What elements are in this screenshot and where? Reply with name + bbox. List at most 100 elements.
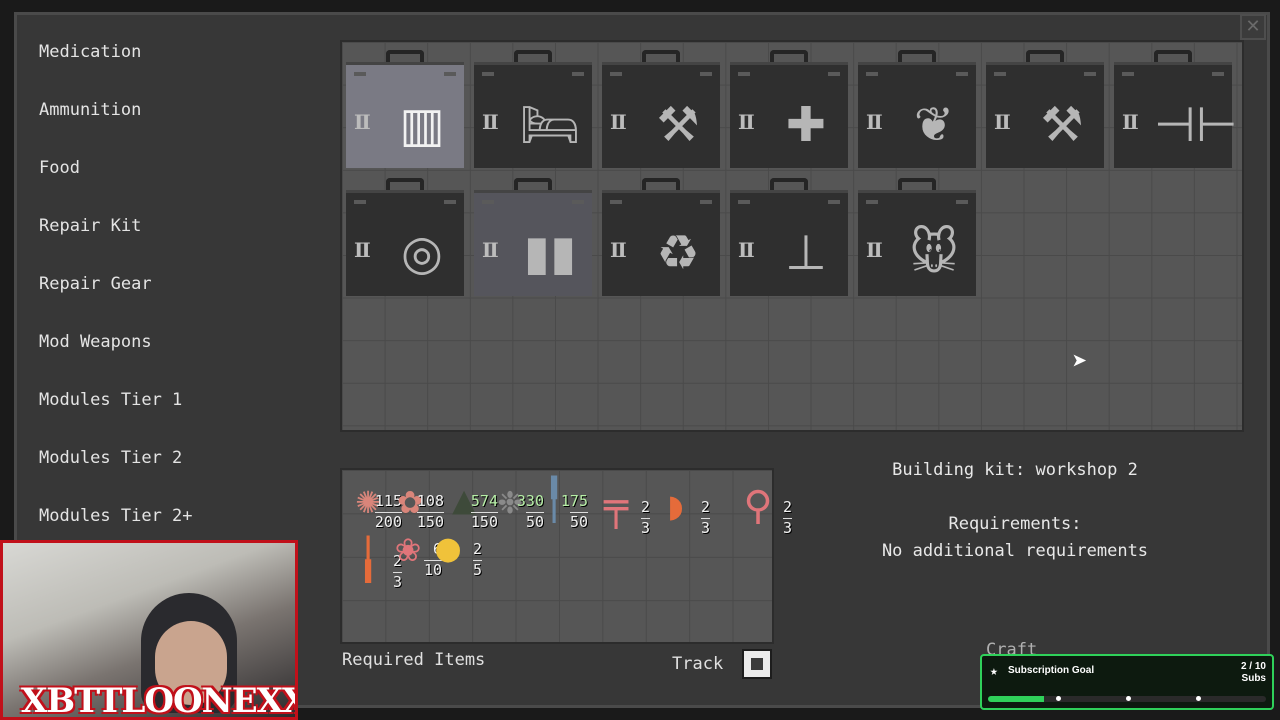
- sidebar-item-modules-tier-1[interactable]: Modules Tier 1: [39, 384, 319, 442]
- anvil-icon: ⊥: [785, 225, 827, 281]
- building-kit-tile[interactable]: II ⊥: [730, 178, 848, 296]
- progress-marker: [1126, 696, 1131, 701]
- webcam-overlay: XBTTLOONEXX: [0, 540, 298, 720]
- item-required-count: 3: [640, 518, 650, 537]
- star-icon: ★: [990, 664, 998, 679]
- sidebar-item-modules-tier-2[interactable]: Modules Tier 2: [39, 442, 319, 500]
- kit-latch: [354, 200, 366, 204]
- building-kit-tile[interactable]: II ▥: [346, 50, 464, 168]
- track-checkbox[interactable]: [742, 649, 772, 679]
- building-kit-tile[interactable]: II ▮▮: [474, 178, 592, 296]
- dumbbell-icon: ⊣⊢: [1154, 97, 1238, 153]
- kit-tier: II: [866, 238, 883, 262]
- streamer-name: XBTTLOONEXX: [21, 681, 298, 720]
- building-kit-tile[interactable]: II ⚒: [986, 50, 1104, 168]
- orange-drill-icon: ◗: [663, 483, 689, 529]
- sidebar-item-repair-kit[interactable]: Repair Kit: [39, 210, 319, 268]
- kit-latch: [610, 72, 622, 76]
- kit-latch: [994, 72, 1006, 76]
- pink-coil-icon: ❀: [395, 525, 421, 571]
- required-item[interactable]: ╤ 2 3: [592, 476, 652, 556]
- kit-tier: II: [482, 110, 499, 134]
- required-item[interactable]: ● 2 5: [424, 518, 484, 598]
- sidebar-item-medication[interactable]: Medication: [39, 36, 319, 94]
- sub-goal-progress-fill: [988, 696, 1044, 702]
- workbench-icon: ⚒: [656, 97, 700, 153]
- building-kit-tile[interactable]: II 🛏: [474, 50, 592, 168]
- required-items-label: Required Items: [342, 650, 486, 670]
- yellow-bulb-icon: ●: [435, 525, 461, 571]
- kit-latch: [828, 72, 840, 76]
- building-kit-tile[interactable]: II 🐭: [858, 178, 976, 296]
- category-sidebar: Medication Ammunition Food Repair Kit Re…: [39, 36, 319, 558]
- item-owned-count: 2: [782, 498, 792, 516]
- building-kit-tile[interactable]: II ❦: [858, 50, 976, 168]
- item-required-count: 5: [472, 560, 482, 579]
- kit-tier: II: [738, 238, 755, 262]
- mouse-cursor-icon: ➤: [1072, 347, 1088, 377]
- kit-tier: II: [1122, 110, 1139, 134]
- kit-tier: II: [610, 110, 627, 134]
- kit-latch: [482, 200, 494, 204]
- kit-latch: [444, 200, 456, 204]
- kit-latch: [610, 200, 622, 204]
- sub-goal-count: 2 / 10 Subs: [1240, 661, 1266, 684]
- kit-latch: [828, 200, 840, 204]
- sidebar-item-food[interactable]: Food: [39, 152, 319, 210]
- tools-icon: ⚒: [1040, 97, 1084, 153]
- kit-latch: [700, 200, 712, 204]
- kit-latch: [1212, 72, 1224, 76]
- item-required-count: 3: [700, 518, 710, 537]
- kit-tier: II: [610, 238, 627, 262]
- pink-hammer-icon: ╤: [603, 483, 629, 529]
- track-label: Track: [672, 654, 724, 674]
- kit-tier: II: [482, 238, 499, 262]
- item-owned-count: 2: [700, 498, 710, 516]
- kit-latch: [956, 200, 968, 204]
- sub-goal-title: Subscription Goal: [1008, 665, 1095, 676]
- requirements-text: No additional requirements: [881, 541, 1149, 561]
- close-icon: ✕: [1245, 16, 1261, 37]
- recycle-icon: ♻: [656, 225, 700, 281]
- kit-latch: [866, 200, 878, 204]
- sidebar-item-mod-weapons[interactable]: Mod Weapons: [39, 326, 319, 384]
- ammo-icon: ▮▮: [523, 225, 577, 281]
- kit-tier: II: [866, 110, 883, 134]
- target-icon: ◎: [401, 225, 443, 281]
- building-kit-tile[interactable]: II ⚒: [602, 50, 720, 168]
- sidebar-item-ammunition[interactable]: Ammunition: [39, 94, 319, 152]
- building-kit-tile[interactable]: II ✚: [730, 50, 848, 168]
- subscription-goal-widget: ★ Subscription Goal 2 / 10 Subs: [980, 654, 1274, 710]
- kit-latch: [572, 200, 584, 204]
- plant-hands-icon: ❦: [913, 97, 955, 153]
- orange-screwdriver-icon: ╽: [355, 537, 381, 583]
- required-item[interactable]: ◗ 2 3: [652, 476, 712, 556]
- kit-latch: [956, 72, 968, 76]
- bed-icon: 🛏: [519, 97, 581, 153]
- requirements-heading: Requirements:: [948, 514, 1082, 534]
- item-owned-count: 175: [560, 492, 588, 510]
- item-required-count: 3: [782, 518, 792, 537]
- kit-latch: [1122, 72, 1134, 76]
- required-item[interactable]: ╿ 175 50: [530, 470, 590, 550]
- kit-latch: [700, 72, 712, 76]
- kit-latch: [738, 200, 750, 204]
- kit-latch: [354, 72, 366, 76]
- progress-marker: [1196, 696, 1201, 701]
- kit-latch: [482, 72, 494, 76]
- kit-latch: [444, 72, 456, 76]
- building-kit-tile[interactable]: II ◎: [346, 178, 464, 296]
- kit-latch: [738, 72, 750, 76]
- storage-crate-icon: ▥: [399, 97, 445, 153]
- kit-tier: II: [994, 110, 1011, 134]
- sidebar-item-repair-gear[interactable]: Repair Gear: [39, 268, 319, 326]
- item-owned-count: 2: [640, 498, 650, 516]
- close-button[interactable]: ✕: [1240, 14, 1266, 40]
- building-kit-tile[interactable]: II ⊣⊢: [1114, 50, 1238, 168]
- kit-latch: [866, 72, 878, 76]
- pink-wrench-icon: ⚲: [743, 483, 773, 529]
- building-kit-tile[interactable]: II ♻: [602, 178, 720, 296]
- medical-bed-icon: ✚: [785, 97, 827, 153]
- item-owned-count: 2: [472, 540, 482, 558]
- required-item[interactable]: ⚲ 2 3: [734, 476, 794, 556]
